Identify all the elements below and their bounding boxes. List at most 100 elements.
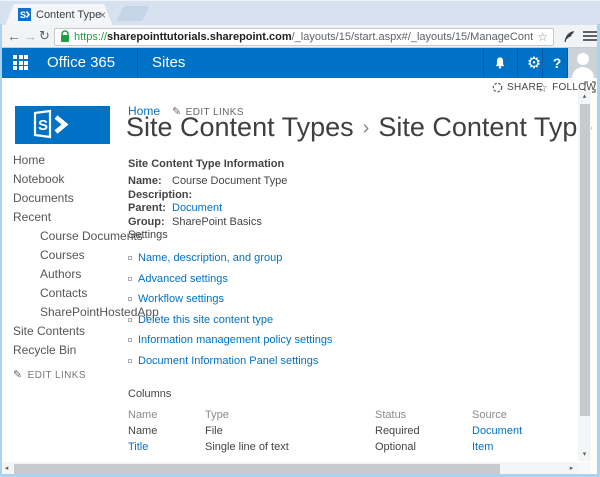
page-action-bar: SHARE ☆ FOLLOW <box>0 78 600 98</box>
settings-link-advanced[interactable]: Advanced settings <box>138 273 228 285</box>
office365-brand[interactable]: Office 365 <box>47 48 115 78</box>
table-cell-source-link[interactable]: Document <box>472 425 580 437</box>
scroll-up-icon[interactable]: ▴ <box>578 91 591 103</box>
settings-link-delete[interactable]: Delete this site content type <box>138 314 273 326</box>
column-header-type: Type <box>205 409 375 421</box>
url-scheme: https:// <box>74 31 107 43</box>
columns-heading: Columns <box>128 388 580 400</box>
svg-text:S: S <box>20 10 26 20</box>
address-bar[interactable]: https://sharepointtutorials.sharepoint.c… <box>54 28 554 46</box>
sidebar-item-site-contents[interactable]: Site Contents <box>13 324 125 343</box>
browser-window: S Content Type × ← → ↻ https://sharepoin… <box>0 0 600 477</box>
bullet-icon <box>128 256 132 260</box>
info-label-name: Name: <box>128 175 172 189</box>
sidebar-item-documents[interactable]: Documents <box>13 191 125 210</box>
sidebar-item-courses[interactable]: Courses <box>13 248 125 267</box>
settings-link-workflow[interactable]: Workflow settings <box>138 293 224 305</box>
window-border <box>0 24 2 477</box>
sidebar-item-notebook[interactable]: Notebook <box>13 172 125 191</box>
bullet-icon <box>128 318 132 322</box>
info-label-group: Group: <box>128 216 172 230</box>
settings-link-row: Workflow settings <box>128 293 332 314</box>
sidebar-item-authors[interactable]: Authors <box>13 267 125 286</box>
browser-menu-icon[interactable] <box>583 31 597 43</box>
edit-links-sidebar[interactable]: ✎ EDIT LINKS <box>13 368 86 381</box>
office365-suite-bar: Office 365 Sites ⚙ ? <box>0 48 600 78</box>
info-label-description: Description: <box>128 189 172 203</box>
bullet-icon <box>128 277 132 281</box>
columns-table: Name Type Status Source Name File Requir… <box>128 409 580 453</box>
sharepoint-favicon-icon: S <box>18 8 31 21</box>
tab-title: Content Type <box>36 9 101 21</box>
table-cell-name-link[interactable]: Title <box>128 441 205 453</box>
table-cell-status: Optional <box>375 441 472 453</box>
horizontal-scrollbar-thumb[interactable] <box>14 464 500 474</box>
back-icon[interactable]: ← <box>7 28 21 44</box>
new-tab-button[interactable] <box>116 6 149 21</box>
refresh-icon[interactable]: ↻ <box>39 28 50 44</box>
browser-tab[interactable]: S Content Type × <box>5 4 113 26</box>
suitebar-divider <box>137 48 138 78</box>
app-launcher-icon[interactable] <box>13 55 30 71</box>
sites-nav-link[interactable]: Sites <box>152 48 185 78</box>
columns-section: Columns Name Type Status Source Name Fil… <box>128 388 580 473</box>
forward-icon[interactable]: → <box>23 28 37 44</box>
info-value-parent-link[interactable]: Document <box>172 202 287 216</box>
quick-launch-nav: Home Notebook Documents Recent Course Do… <box>13 153 125 362</box>
info-heading: Site Content Type Information <box>128 158 287 170</box>
sidebar-item-recent[interactable]: Recent <box>13 210 125 229</box>
table-cell-type: Single line of text <box>205 441 375 453</box>
content-type-info-section: Site Content Type Information Name: Cour… <box>128 158 287 229</box>
title-part2: Site Content Type <box>378 112 592 142</box>
settings-link-row: Name, description, and group <box>128 252 332 273</box>
secure-lock-icon <box>60 30 70 43</box>
table-cell-status: Required <box>375 425 472 437</box>
column-header-name: Name <box>128 409 205 421</box>
browser-toolbar: ← → ↻ https://sharepointtutorials.sharep… <box>0 25 600 48</box>
bullet-icon <box>128 359 132 363</box>
table-cell-source-link[interactable]: Item <box>472 441 580 453</box>
notifications-bell-icon[interactable] <box>483 48 517 78</box>
breadcrumb-separator-icon: › <box>363 117 370 139</box>
settings-section: Settings Name, description, and group Ad… <box>128 229 332 375</box>
column-header-source: Source <box>472 409 580 421</box>
edit-links-label: EDIT LINKS <box>28 370 86 381</box>
bookmark-star-icon[interactable]: ☆ <box>537 30 548 44</box>
extension-feather-icon[interactable] <box>563 30 575 44</box>
scroll-down-icon[interactable]: ▾ <box>578 449 591 461</box>
table-cell-type: File <box>205 425 375 437</box>
title-part1[interactable]: Site Content Types <box>126 112 354 142</box>
sidebar-item-course-documents[interactable]: Course Documents <box>13 229 125 248</box>
settings-heading: Settings <box>128 229 332 241</box>
table-cell-name: Name <box>128 425 205 437</box>
follow-star-icon: ☆ <box>537 83 548 93</box>
sidebar-item-contacts[interactable]: Contacts <box>13 286 125 305</box>
settings-link-information-policy[interactable]: Information management policy settings <box>138 334 332 346</box>
url-host: sharepointtutorials.sharepoint.com <box>107 31 292 43</box>
bullet-icon <box>128 297 132 301</box>
bullet-icon <box>128 338 132 342</box>
sidebar-item-recycle-bin[interactable]: Recycle Bin <box>13 343 125 362</box>
svg-text:S: S <box>38 117 48 134</box>
share-icon <box>492 82 503 93</box>
sidebar-item-sharepointhostedapp[interactable]: SharePointHostedApp <box>13 305 125 324</box>
tab-close-icon[interactable]: × <box>99 8 106 22</box>
settings-link-row: Delete this site content type <box>128 314 332 335</box>
settings-link-document-information-panel[interactable]: Document Information Panel settings <box>138 355 318 367</box>
user-avatar[interactable] <box>568 48 598 78</box>
sharepoint-site-logo[interactable]: S <box>15 106 110 144</box>
info-value-description <box>172 189 287 203</box>
info-label-parent: Parent: <box>128 202 172 216</box>
settings-link-row: Advanced settings <box>128 273 332 294</box>
share-button[interactable]: SHARE <box>492 82 543 93</box>
info-value-group: SharePoint Basics <box>172 216 287 230</box>
vertical-scrollbar[interactable]: ▴ ▾ <box>578 91 591 461</box>
pencil-icon: ✎ <box>13 369 23 381</box>
vertical-scrollbar-thumb[interactable] <box>580 104 590 416</box>
browser-tab-bar: S Content Type × <box>0 0 600 25</box>
settings-link-name-description-group[interactable]: Name, description, and group <box>138 252 282 264</box>
sidebar-item-home[interactable]: Home <box>13 153 125 172</box>
column-header-status: Status <box>375 409 472 421</box>
info-value-name: Course Document Type <box>172 175 287 189</box>
settings-link-row: Information management policy settings <box>128 334 332 355</box>
